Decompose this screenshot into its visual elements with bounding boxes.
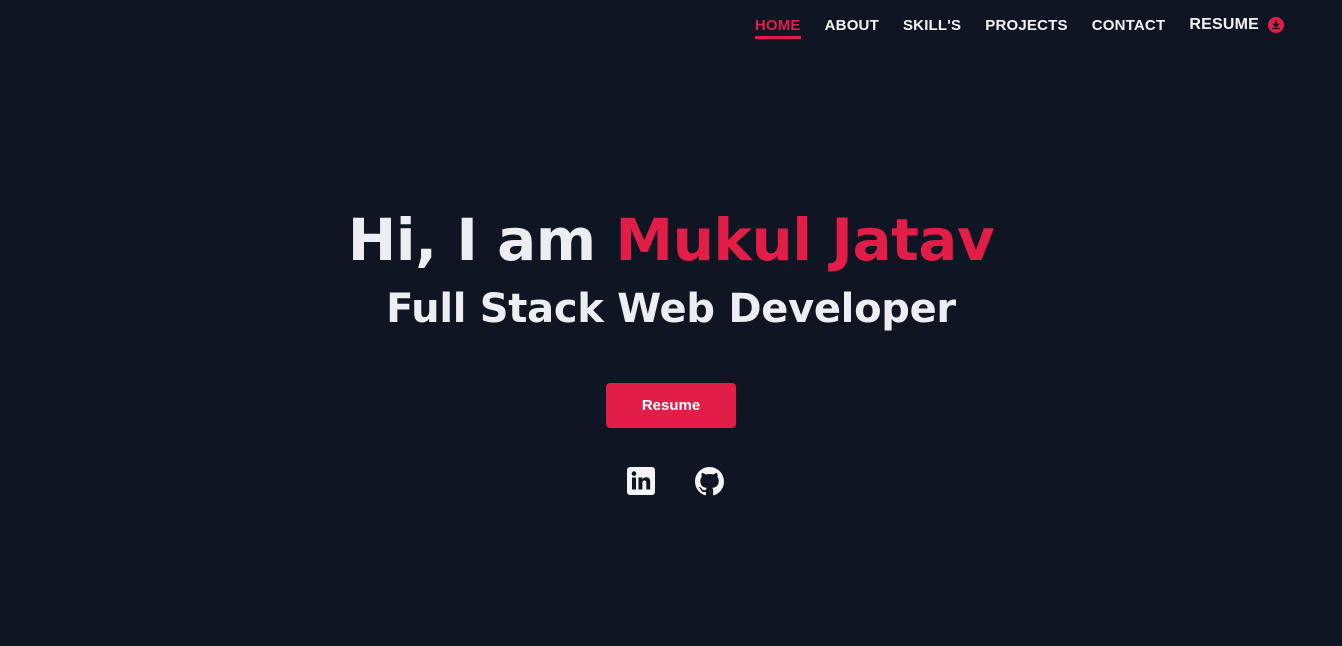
resume-button[interactable]: Resume	[606, 383, 736, 428]
linkedin-icon	[627, 467, 655, 495]
nav-link-about[interactable]: ABOUT	[825, 0, 879, 50]
hero-title: Hi, I am Mukul Jatav	[0, 200, 1342, 280]
social-links	[8, 466, 1342, 496]
github-link[interactable]	[694, 466, 724, 496]
download-circle-icon	[1268, 17, 1284, 33]
main-navigation: HOME ABOUT SKILL'S PROJECTS CONTACT RESU…	[754, 0, 1284, 50]
hero-section: Hi, I am Mukul Jatav Full Stack Web Deve…	[0, 200, 1342, 496]
hero-subtitle: Full Stack Web Developer	[386, 286, 956, 332]
linkedin-link[interactable]	[626, 466, 656, 496]
hero-greeting: Hi, I am	[347, 206, 597, 274]
github-icon	[694, 466, 724, 495]
nav-resume-label: RESUME	[1189, 16, 1259, 33]
nav-link-resume[interactable]: RESUME	[1189, 0, 1284, 50]
nav-link-home[interactable]: HOME	[754, 0, 801, 50]
nav-link-contact[interactable]: CONTACT	[1092, 0, 1166, 50]
hero-name: Mukul Jatav	[615, 206, 995, 274]
nav-link-projects[interactable]: PROJECTS	[985, 0, 1067, 50]
nav-link-skills[interactable]: SKILL'S	[903, 0, 961, 50]
